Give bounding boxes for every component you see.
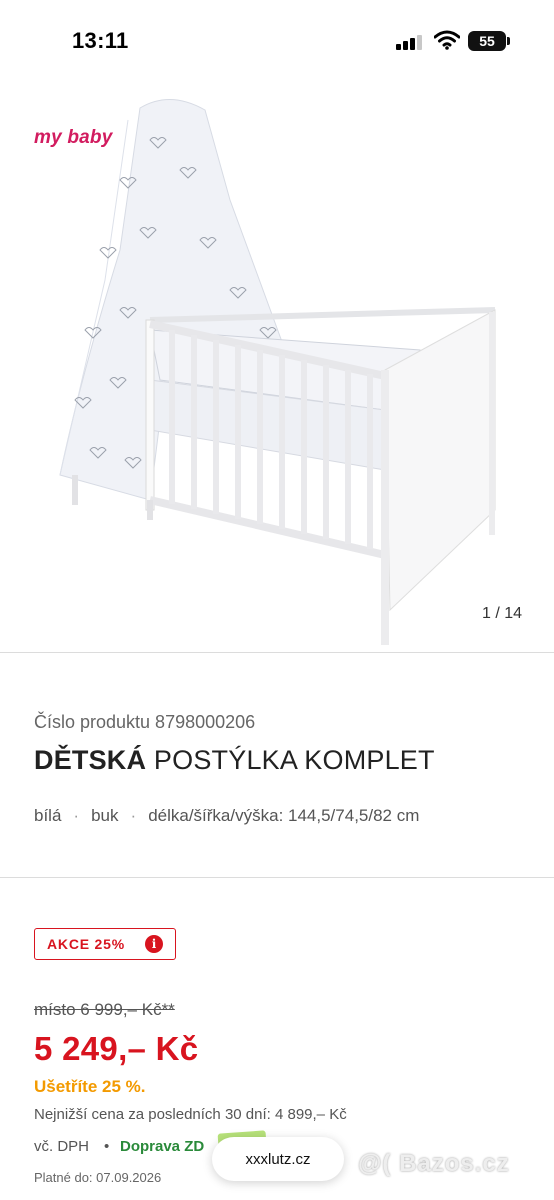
crib-image — [59, 99, 496, 645]
image-counter: 1 / 14 — [481, 605, 522, 622]
delivery-link[interactable]: Doprava ZD — [120, 1138, 204, 1155]
bullet-separator: • — [104, 1138, 110, 1155]
product-attributes: bílá · buk · délka/šířka/výška: 144,5/74,5/8… — [34, 806, 419, 826]
info-icon[interactable]: i — [145, 935, 163, 953]
product-title-rest: POSTÝLKA KOMPLET — [146, 745, 435, 775]
attribute-color: bílá — [34, 806, 62, 825]
divider — [0, 877, 554, 878]
wifi-icon — [434, 30, 460, 50]
promo-label: AKCE 25% — [47, 936, 125, 952]
separator: · — [73, 806, 80, 825]
attribute-dimensions: délka/šířka/výška: 144,5/74,5/82 cm — [148, 806, 420, 825]
lowest-price-text: Nejnižší cena za posledních 30 dní: 4 89… — [34, 1106, 347, 1123]
url-bar[interactable]: xxxlutz.cz — [212, 1137, 344, 1181]
old-price: místo 6 999,– Kč** — [34, 1000, 175, 1019]
product-image-gallery[interactable]: my baby 1 / 14 — [0, 80, 554, 652]
savings-text: Ušetříte 25 %. — [34, 1077, 146, 1096]
product-title-bold: DĚTSKÁ — [34, 745, 147, 775]
promo-badge[interactable]: AKCE 25% i — [34, 928, 176, 960]
watermark: @( Bazos.cz — [358, 1150, 510, 1177]
product-number: Číslo produktu 8798000206 — [34, 712, 256, 732]
battery-icon: 55 — [468, 31, 506, 51]
brand-logo: my baby — [34, 127, 113, 148]
valid-until-text: Platné do: 07.09.2026 — [34, 1170, 162, 1185]
status-bar: 13:11 55 — [0, 0, 554, 80]
signal-bars-icon — [396, 34, 426, 50]
status-time: 13:11 — [72, 28, 129, 53]
battery-nub — [507, 37, 510, 45]
current-price: 5 249,– Kč — [34, 1030, 199, 1067]
vat-label: vč. DPH — [34, 1138, 90, 1155]
attribute-material: buk — [91, 806, 119, 825]
separator: · — [130, 806, 137, 825]
divider — [0, 652, 554, 653]
product-title: DĚTSKÁ POSTÝLKA KOMPLET — [34, 745, 435, 776]
